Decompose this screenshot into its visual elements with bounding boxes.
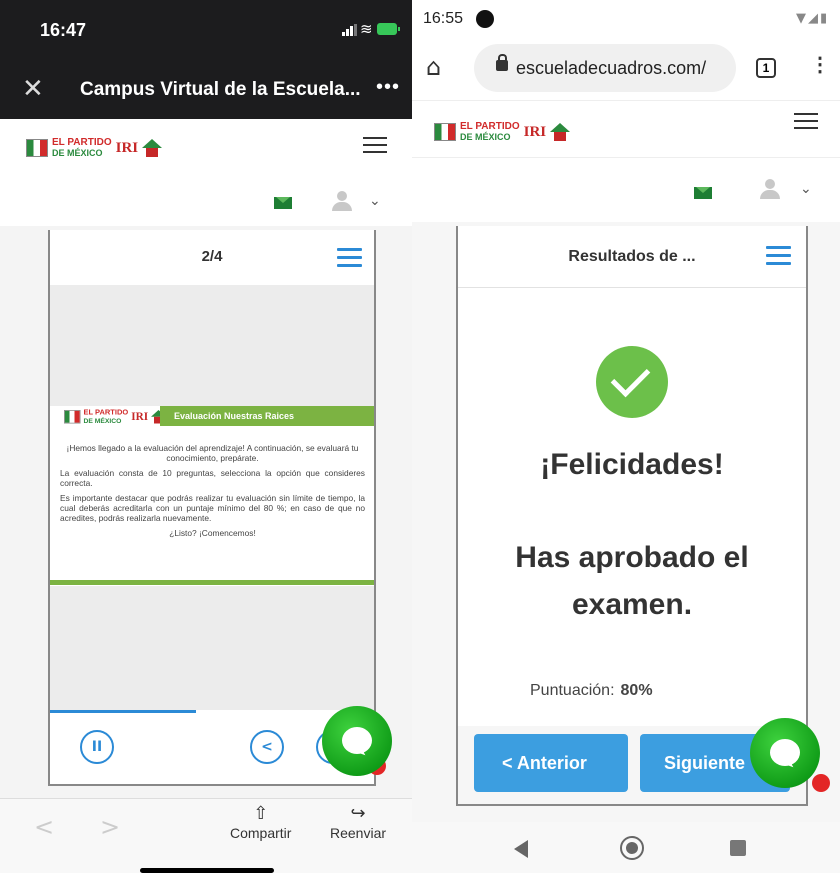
more-options-icon[interactable]: •••	[376, 76, 400, 99]
status-bar: 16:47 ≋	[0, 0, 412, 62]
iri-logo-text: IRI	[523, 123, 547, 140]
browser-menu-icon[interactable]: ⋮	[810, 52, 830, 77]
results-title: Resultados de ...	[568, 248, 696, 265]
share-label: Compartir	[230, 825, 292, 841]
share-button[interactable]: ⇧ Compartir	[230, 803, 291, 841]
screenshot-pair: 16:47 ≋ ✕ Campus Virtual de la Escuela..…	[0, 0, 840, 873]
logo-text: EL PARTIDO DE MÉXICO	[460, 121, 520, 143]
share-icon: ⇧	[253, 803, 269, 824]
status-time: 16:55	[423, 10, 464, 27]
pri-logo-icon	[434, 123, 456, 141]
chevron-down-icon[interactable]: ⌄	[369, 193, 381, 209]
site-logo[interactable]: EL PARTIDO DE MÉXICO IRI	[26, 135, 163, 161]
wifi-icon: ≋	[360, 21, 373, 38]
site-header: EL PARTIDO DE MÉXICO IRI ⌄	[0, 119, 412, 226]
iri-logo-text: IRI	[131, 410, 149, 423]
user-avatar-icon[interactable]	[332, 191, 352, 211]
previous-button[interactable]: <	[250, 730, 284, 764]
player-menu-icon[interactable]	[766, 246, 791, 265]
home-indicator[interactable]	[140, 868, 274, 873]
school-logo-icon	[142, 139, 163, 157]
chat-bubble-button[interactable]	[322, 706, 392, 776]
pass-message: Has aprobado el examen.	[515, 541, 749, 621]
slide-banner-title: Evaluación Nuestras Raices	[160, 406, 374, 426]
status-time: 16:47	[40, 20, 87, 40]
site-logo[interactable]: EL PARTIDO DE MÉXICO IRI	[434, 119, 571, 145]
recording-dot-icon	[476, 10, 494, 28]
forward-icon: ↪	[350, 803, 366, 824]
right-phone: 16:55 ▼◢▮ ⌂ escueladecuadros.com/ 1 ⋮ EL…	[412, 0, 840, 873]
previous-button[interactable]: < Anterior	[474, 734, 628, 792]
back-arrow-icon[interactable]: <	[34, 813, 54, 841]
browser-url-bar: ⌂ escueladecuadros.com/ 1 ⋮	[412, 38, 840, 100]
lock-icon	[496, 54, 508, 71]
in-app-browser-header: ✕ Campus Virtual de la Escuela... •••	[0, 62, 412, 119]
forward-label: Reenviar	[330, 825, 387, 841]
pause-button[interactable]: II	[80, 730, 114, 764]
address-field[interactable]: escueladecuadros.com/	[474, 44, 736, 92]
page-title: Campus Virtual de la Escuela...	[80, 79, 361, 100]
slide-paragraph-3: Es importante destacar que podrás realiz…	[60, 493, 365, 523]
score: Puntuación: 80%	[530, 682, 653, 700]
pri-logo-icon	[26, 139, 48, 157]
iri-logo-text: IRI	[115, 139, 139, 156]
score-label: Puntuación:	[530, 682, 615, 699]
logo-text: EL PARTIDO DE MÉXICO	[83, 408, 129, 425]
url-text: escueladecuadros.com/	[516, 58, 707, 78]
nav-home-icon[interactable]	[620, 836, 644, 860]
logo-text: EL PARTIDO DE MÉXICO	[52, 137, 112, 159]
slide-footer-bar	[50, 580, 374, 585]
site-header: EL PARTIDO DE MÉXICO IRI ⌄	[412, 100, 840, 222]
pri-logo-icon	[64, 410, 81, 424]
mail-icon[interactable]	[694, 187, 712, 199]
results-card: Resultados de ... ¡Felicidades! Has apro…	[456, 226, 808, 806]
nav-back-icon[interactable]	[514, 840, 528, 858]
left-phone: 16:47 ≋ ✕ Campus Virtual de la Escuela..…	[0, 0, 412, 873]
android-nav-bar	[412, 822, 840, 873]
congrats-heading: ¡Felicidades!	[540, 448, 724, 481]
mail-icon[interactable]	[274, 197, 292, 209]
signal-icon	[342, 24, 357, 36]
player-header: 2/4	[50, 230, 374, 285]
slide-paragraph-4: ¿Listo? ¡Comencemos!	[169, 528, 256, 539]
status-bar: 16:55 ▼◢▮	[412, 0, 840, 38]
progress-bar[interactable]	[50, 710, 196, 713]
page-indicator: 2/4	[201, 248, 223, 265]
battery-icon	[377, 23, 400, 35]
tabs-count-button[interactable]: 1	[756, 58, 776, 78]
forward-arrow-icon[interactable]: >	[100, 813, 120, 841]
notification-badge	[812, 774, 830, 792]
forward-button[interactable]: ↪ Reenviar	[330, 803, 386, 841]
browser-bottom-bar: < > ⇧ Compartir ↪ Reenviar	[0, 798, 412, 873]
score-value: 80%	[620, 682, 653, 699]
player-menu-icon[interactable]	[337, 248, 362, 267]
course-player-card: 2/4 EL PARTIDO DE MÉXICO IRI Evaluación N…	[48, 230, 376, 786]
slide-logo: EL PARTIDO DE MÉXICO IRI	[64, 407, 167, 427]
close-icon[interactable]: ✕	[22, 74, 44, 104]
slide-paragraph-1: ¡Hemos llegado a la evaluación del apren…	[66, 443, 359, 463]
chevron-down-icon[interactable]: ⌄	[800, 181, 812, 197]
success-check-icon	[596, 346, 668, 418]
school-logo-icon	[550, 123, 571, 141]
slide-text: ¡Hemos llegado a la evaluación del apren…	[60, 443, 365, 545]
slide-content: EL PARTIDO DE MÉXICO IRI Evaluación Nuest…	[50, 406, 374, 586]
home-icon[interactable]: ⌂	[426, 53, 441, 81]
system-icons: ▼◢▮	[796, 11, 830, 26]
slide-paragraph-2: La evaluación consta de 10 preguntas, se…	[60, 468, 365, 488]
site-menu-icon[interactable]	[794, 113, 818, 129]
site-menu-icon[interactable]	[363, 137, 387, 153]
results-header: Resultados de ...	[458, 226, 806, 288]
chat-bubble-button[interactable]	[750, 718, 820, 788]
user-avatar-icon[interactable]	[760, 179, 780, 199]
nav-recents-icon[interactable]	[730, 840, 746, 856]
header-divider	[412, 157, 840, 158]
